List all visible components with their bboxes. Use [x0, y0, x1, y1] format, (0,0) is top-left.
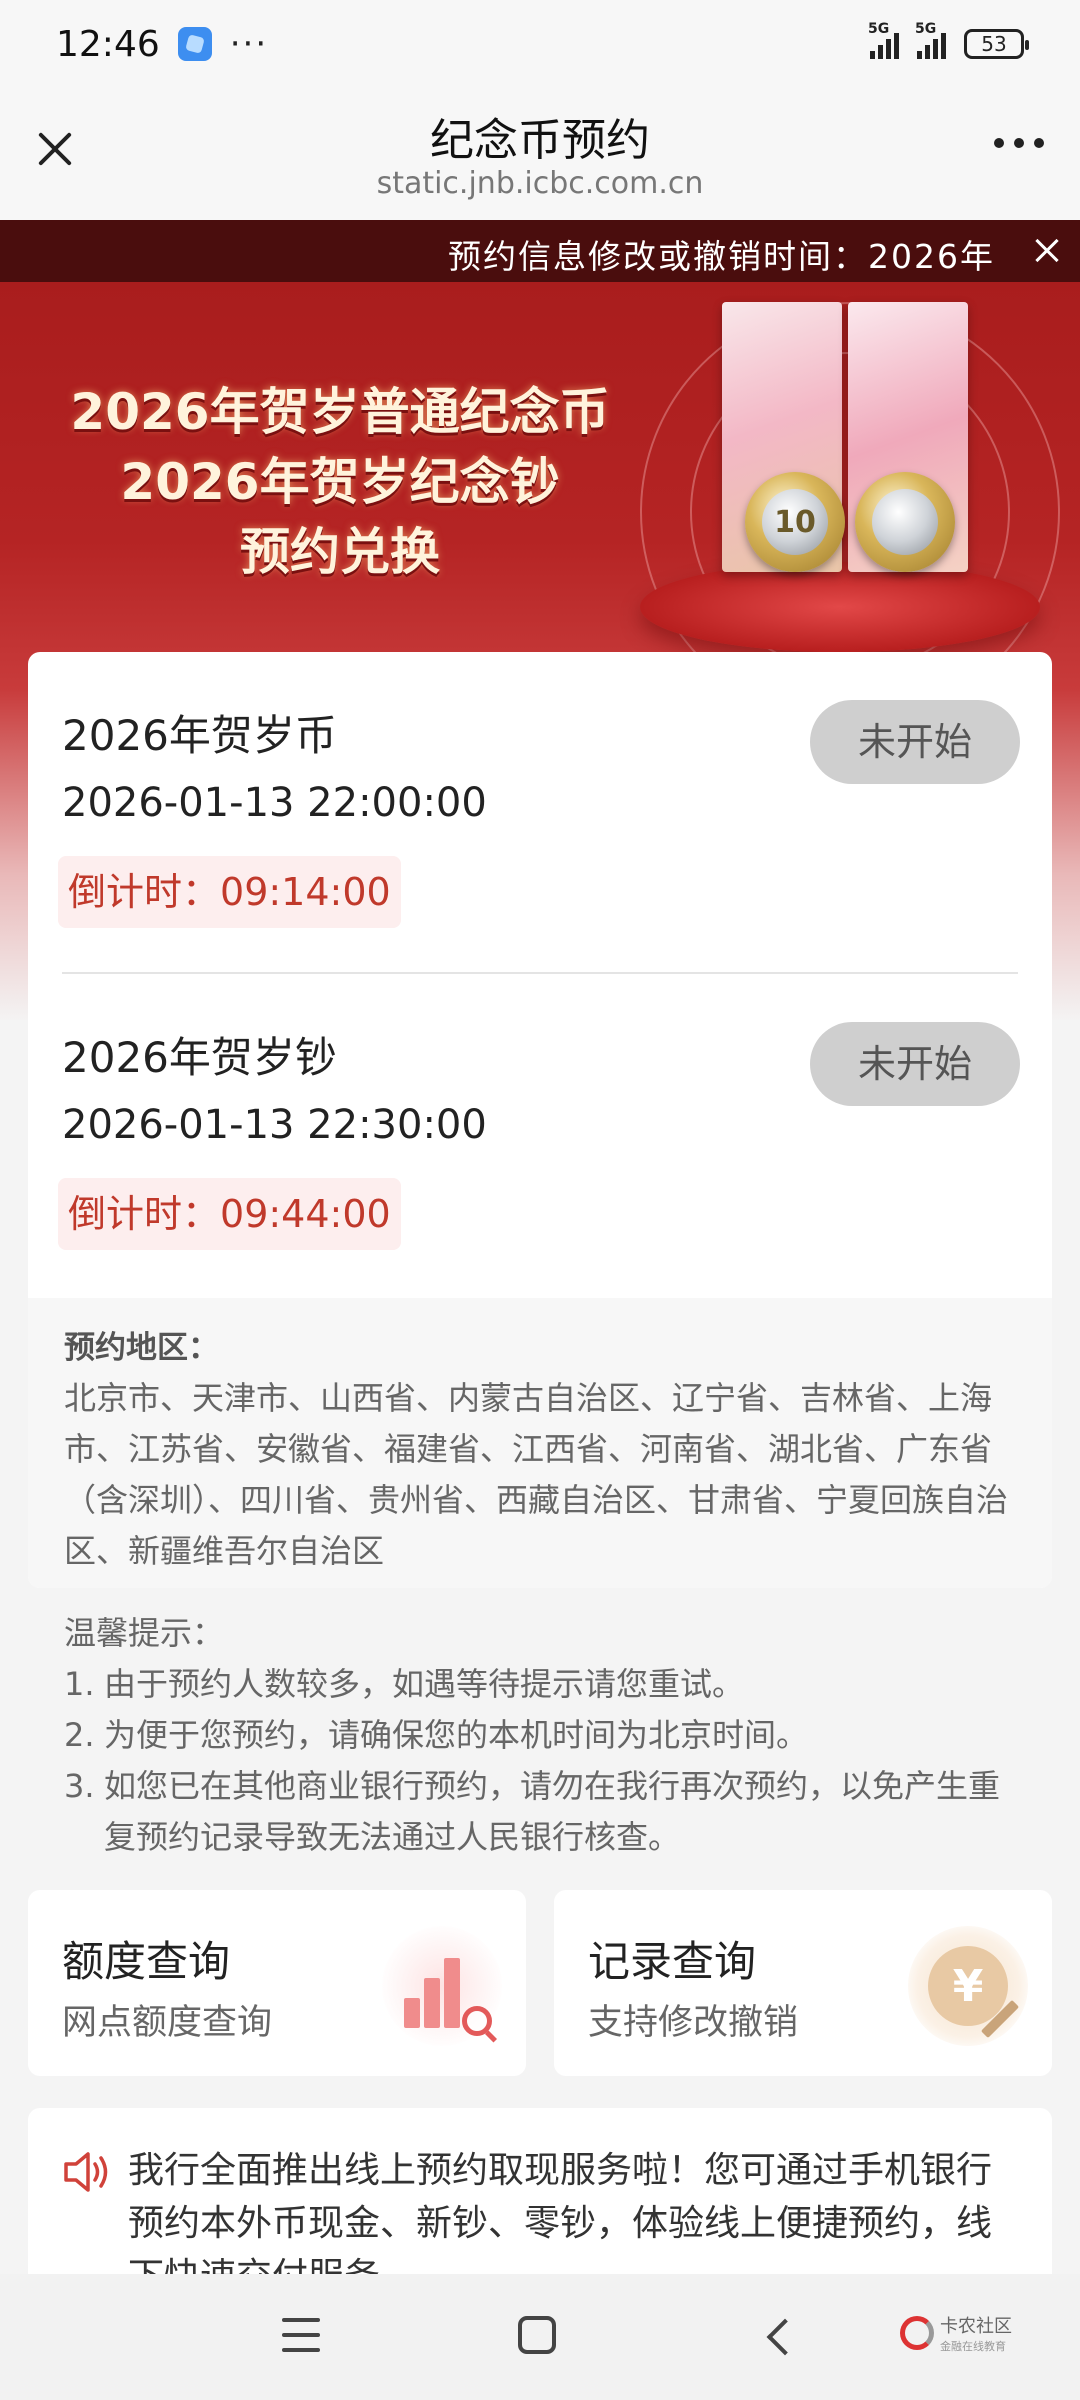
yen-edit-icon: ¥ — [908, 1926, 1028, 2046]
banner-headline: 2026年贺岁普通纪念币 2026年贺岁纪念钞 预约兑换 — [60, 377, 620, 587]
home-icon[interactable] — [518, 2316, 556, 2354]
watermark-subtext: 金融在线教育 — [940, 2340, 1006, 2353]
card-subtitle: 网点额度查询 — [62, 2003, 273, 2043]
more-notifications-icon: ··· — [229, 24, 269, 64]
banner-line-2: 2026年贺岁纪念钞 — [120, 453, 560, 511]
tip-item: 2. 为便于您预约，请确保您的本机时间为北京时间。 — [64, 1716, 809, 1754]
notice-marquee: 预约信息修改或撤销时间：2026年 — [0, 220, 1080, 282]
region-label: 预约地区： — [64, 1330, 219, 1366]
battery-icon: 53 — [964, 29, 1029, 59]
tip-item: 1. 由于预约人数较多，如遇等待提示请您重试。 — [64, 1665, 745, 1703]
region-list: 北京市、天津市、山西省、内蒙古自治区、辽宁省、吉林省、上海市、江苏省、安徽省、福… — [64, 1379, 1009, 1570]
countdown-badge: 倒计时： 09:14:00 — [58, 856, 401, 928]
tips-heading: 温馨提示： — [64, 1614, 225, 1652]
browser-title-bar: 纪念币预约 static.jnb.icbc.com.cn — [0, 88, 1080, 220]
card-title: 额度查询 — [62, 1937, 231, 1986]
more-options-icon[interactable] — [994, 138, 1044, 148]
banner-line-1: 2026年贺岁普通纪念币 — [70, 383, 610, 441]
quota-query-card[interactable]: 额度查询 网点额度查询 — [28, 1890, 526, 2076]
countdown-value: 09:14:00 — [220, 870, 391, 914]
notice-close-icon[interactable] — [1012, 220, 1080, 282]
reservation-region: 预约地区： 北京市、天津市、山西省、内蒙古自治区、辽宁省、吉林省、上海市、江苏省… — [28, 1298, 1052, 1588]
notice-text: 预约信息修改或撤销时间：2026年 — [448, 237, 995, 276]
page-title: 纪念币预约 — [430, 115, 650, 166]
page-url: static.jnb.icbc.com.cn — [376, 166, 704, 201]
watermark-text: 卡农社区 — [940, 2316, 1012, 2337]
countdown-label: 倒计时： — [68, 1192, 221, 1236]
signal-5g-secondary-icon: 5G — [915, 21, 946, 59]
display-stage — [640, 562, 1040, 652]
item-title: 2026年贺岁币 — [62, 711, 337, 760]
reservation-card: 2026年贺岁币 2026-01-13 22:00:00 倒计时： 09:14:… — [28, 652, 1052, 1588]
countdown-badge: 倒计时： 09:44:00 — [58, 1178, 401, 1250]
chart-search-icon — [382, 1926, 502, 2046]
item-time: 2026-01-13 22:00:00 — [62, 780, 487, 826]
reservation-item-coin: 2026年贺岁币 2026-01-13 22:00:00 倒计时： 09:14:… — [28, 652, 1052, 972]
menu-icon[interactable] — [282, 2318, 320, 2352]
banner-line-3: 预约兑换 — [240, 523, 440, 581]
system-nav-bar: 卡农社区 金融在线教育 — [0, 2274, 1080, 2400]
card-title: 记录查询 — [588, 1937, 757, 1986]
item-title: 2026年贺岁钞 — [62, 1033, 337, 1082]
not-started-button[interactable]: 未开始 — [810, 700, 1020, 784]
reservation-item-note: 2026年贺岁钞 2026-01-13 22:30:00 倒计时： 09:44:… — [28, 974, 1052, 1294]
not-started-button[interactable]: 未开始 — [810, 1022, 1020, 1106]
app-notification-icon — [177, 27, 212, 61]
countdown-value: 09:44:00 — [220, 1192, 391, 1236]
speaker-icon — [64, 2152, 108, 2192]
item-time: 2026-01-13 22:30:00 — [62, 1102, 487, 1148]
back-icon[interactable] — [760, 2318, 796, 2354]
watermark-logo-icon — [900, 2316, 934, 2350]
coin-image: 10 — [745, 472, 845, 572]
status-bar: 12:46 ··· 5G 5G 53 — [0, 0, 1080, 88]
signal-5g-icon: 5G — [868, 21, 899, 59]
status-time: 12:46 — [56, 23, 160, 65]
tips-section: 温馨提示： 1. 由于预约人数较多，如遇等待提示请您重试。 2. 为便于您预约，… — [64, 1608, 1024, 1863]
card-subtitle: 支持修改撤销 — [588, 2003, 799, 2043]
watermark: 卡农社区 金融在线教育 — [900, 2312, 1012, 2354]
tip-item: 3. 如您已在其他商业银行预约，请勿在我行再次预约，以免产生重复预约记录导致无法… — [64, 1767, 1001, 1856]
record-query-card[interactable]: 记录查询 支持修改撤销 ¥ — [554, 1890, 1052, 2076]
coin-horse-image — [855, 472, 955, 572]
countdown-label: 倒计时： — [68, 870, 221, 914]
